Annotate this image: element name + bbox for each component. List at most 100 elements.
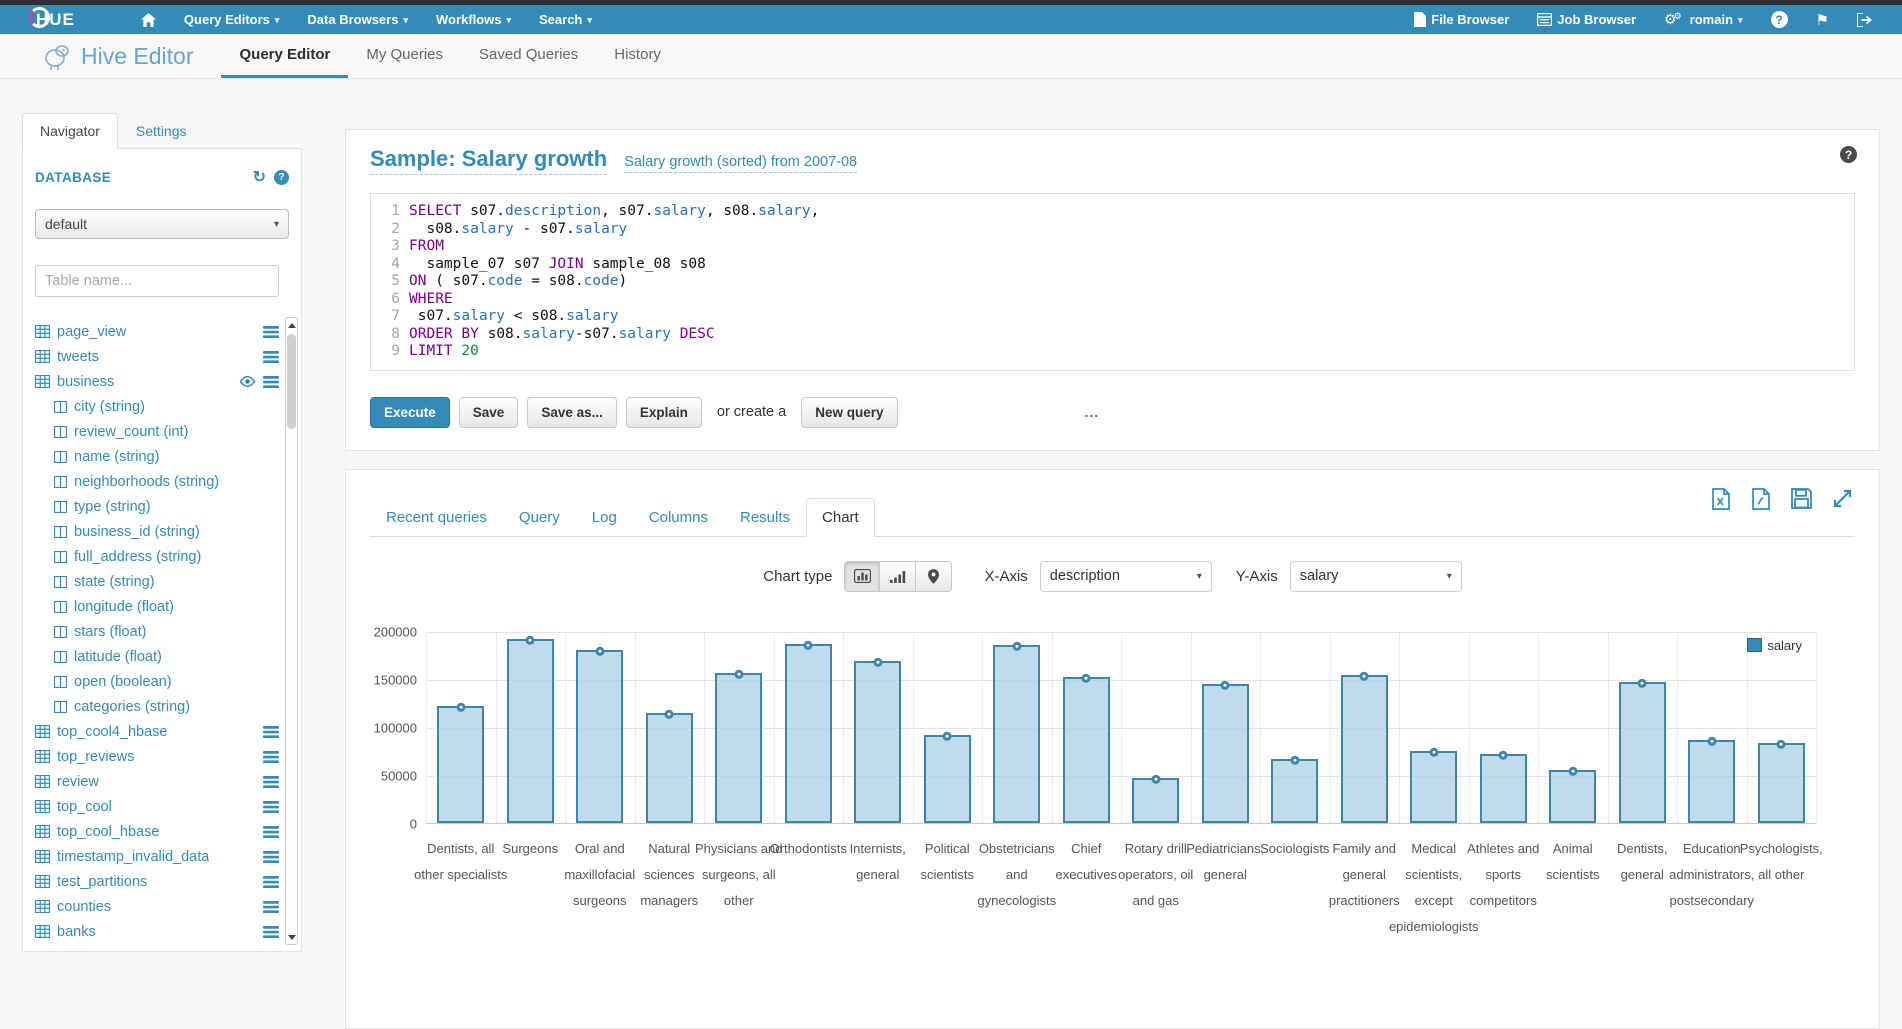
query-subtitle-link[interactable]: Salary growth (sorted) from 2007-08 xyxy=(624,154,857,173)
job-browser-button[interactable]: Job Browser xyxy=(1523,12,1650,27)
tab-query[interactable]: Query xyxy=(503,498,576,537)
table-item[interactable]: counties xyxy=(35,894,279,919)
user-menu[interactable]: ⚙⚙ romain ▾ xyxy=(1650,12,1757,27)
tab-navigator[interactable]: Navigator xyxy=(22,113,118,149)
help-icon[interactable]: ? xyxy=(1840,146,1857,163)
tab-results[interactable]: Results xyxy=(724,498,806,537)
menu-data-browsers[interactable]: Data Browsers ▾ xyxy=(293,12,422,27)
menu-query-editors[interactable]: Query Editors ▾ xyxy=(170,12,294,27)
sql-code-editor[interactable]: 1SELECT s07.description, s07.salary, s08… xyxy=(370,193,1855,371)
sidebar-tabs: Navigator Settings xyxy=(22,113,302,149)
map-chart-type-button[interactable] xyxy=(916,561,952,592)
menu-search[interactable]: Search ▾ xyxy=(525,12,606,27)
menu-icon[interactable] xyxy=(263,851,279,863)
eye-icon[interactable] xyxy=(239,376,256,387)
table-icon xyxy=(35,850,50,863)
download-csv-icon[interactable] xyxy=(1751,488,1771,510)
column-item[interactable]: name (string) xyxy=(35,444,279,469)
tab-log[interactable]: Log xyxy=(576,498,633,537)
scrollbar-thumb[interactable] xyxy=(287,334,296,429)
column-item[interactable]: review_count (int) xyxy=(35,419,279,444)
save-button[interactable]: Save xyxy=(459,397,519,428)
menu-icon[interactable] xyxy=(263,376,279,388)
table-item[interactable]: top_reviews xyxy=(35,744,279,769)
menu-icon[interactable] xyxy=(263,901,279,913)
column-item[interactable]: type (string) xyxy=(35,494,279,519)
column-item[interactable]: business_id (string) xyxy=(35,519,279,544)
gridline-vertical xyxy=(496,632,497,823)
column-item[interactable]: stars (float) xyxy=(35,619,279,644)
column-item[interactable]: categories (string) xyxy=(35,694,279,719)
tab-chart[interactable]: Chart xyxy=(806,498,875,537)
sign-out-button[interactable] xyxy=(1843,13,1886,27)
column-item[interactable]: latitude (float) xyxy=(35,644,279,669)
scroll-up-icon[interactable] xyxy=(286,318,297,332)
file-icon xyxy=(1414,12,1426,27)
table-filter-input[interactable] xyxy=(35,265,279,297)
database-select[interactable]: default ▾ xyxy=(35,209,289,239)
file-browser-button[interactable]: File Browser xyxy=(1400,12,1523,27)
flags-button[interactable]: ⚑ xyxy=(1802,11,1843,29)
explain-button[interactable]: Explain xyxy=(626,397,702,428)
tab-saved-queries[interactable]: Saved Queries xyxy=(461,34,596,78)
table-item[interactable]: top_cool_hbase xyxy=(35,819,279,844)
scroll-down-icon[interactable] xyxy=(286,930,297,944)
menu-icon[interactable] xyxy=(263,826,279,838)
sidebar-scrollbar[interactable] xyxy=(285,317,298,945)
menu-workflows[interactable]: Workflows ▾ xyxy=(422,12,525,27)
table-item[interactable]: top_cool xyxy=(35,794,279,819)
column-chart-type-button[interactable] xyxy=(880,561,916,592)
table-item[interactable]: review xyxy=(35,769,279,794)
table-item[interactable]: test_partitions xyxy=(35,869,279,894)
column-item[interactable]: city (string) xyxy=(35,394,279,419)
x-axis-select[interactable]: description ▾ xyxy=(1040,561,1212,592)
home-button[interactable] xyxy=(127,13,170,27)
tab-recent-queries[interactable]: Recent queries xyxy=(370,498,503,537)
column-item[interactable]: neighborhoods (string) xyxy=(35,469,279,494)
y-axis-select[interactable]: salary ▾ xyxy=(1290,561,1462,592)
menu-icon[interactable] xyxy=(263,801,279,813)
table-item[interactable]: tweets xyxy=(35,344,279,369)
menu-icon[interactable] xyxy=(263,926,279,938)
bar-chart-type-button[interactable] xyxy=(844,561,880,592)
menu-icon[interactable] xyxy=(263,751,279,763)
table-item[interactable]: business xyxy=(35,369,279,394)
table-item[interactable]: timestamp_invalid_data xyxy=(35,844,279,869)
fullscreen-icon[interactable] xyxy=(1832,488,1853,509)
menu-icon[interactable] xyxy=(263,776,279,788)
save-icon[interactable] xyxy=(1791,488,1812,509)
tab-columns[interactable]: Columns xyxy=(633,498,724,537)
help-icon[interactable]: ? xyxy=(274,170,289,185)
save-as-button[interactable]: Save as... xyxy=(527,397,617,428)
refresh-icon[interactable]: ↻ xyxy=(253,167,266,187)
execute-button[interactable]: Execute xyxy=(370,397,450,428)
query-title[interactable]: Sample: Salary growth xyxy=(370,146,607,175)
tab-query-editor[interactable]: Query Editor xyxy=(221,34,348,78)
column-item[interactable]: open (boolean) xyxy=(35,669,279,694)
more-handle[interactable]: ... xyxy=(1085,404,1100,420)
help-button[interactable]: ? xyxy=(1757,11,1802,28)
chart-legend: salary xyxy=(1747,638,1802,653)
column-item[interactable]: longitude (float) xyxy=(35,594,279,619)
gridline-vertical xyxy=(704,632,705,823)
menu-icon[interactable] xyxy=(263,876,279,888)
tab-history[interactable]: History xyxy=(596,34,679,78)
new-query-button[interactable]: New query xyxy=(801,397,897,428)
tab-my-queries[interactable]: My Queries xyxy=(348,34,461,78)
table-item[interactable]: banks xyxy=(35,919,279,944)
app-brand[interactable]: Hive Editor xyxy=(42,34,193,78)
table-item[interactable]: top_cool4_hbase xyxy=(35,719,279,744)
column-item[interactable]: full_address (string) xyxy=(35,544,279,569)
table-item[interactable]: page_view xyxy=(35,319,279,344)
table-icon xyxy=(35,725,50,738)
column-icon xyxy=(54,626,67,638)
tab-settings[interactable]: Settings xyxy=(118,113,205,149)
results-tabs: Recent queries Query Log Columns Results… xyxy=(370,498,1855,537)
menu-icon[interactable] xyxy=(263,351,279,363)
gridline-vertical xyxy=(565,632,566,823)
hue-logo[interactable]: HUE xyxy=(30,10,81,30)
column-item[interactable]: state (string) xyxy=(35,569,279,594)
download-xls-icon[interactable] xyxy=(1711,488,1731,510)
menu-icon[interactable] xyxy=(263,326,279,338)
menu-icon[interactable] xyxy=(263,726,279,738)
